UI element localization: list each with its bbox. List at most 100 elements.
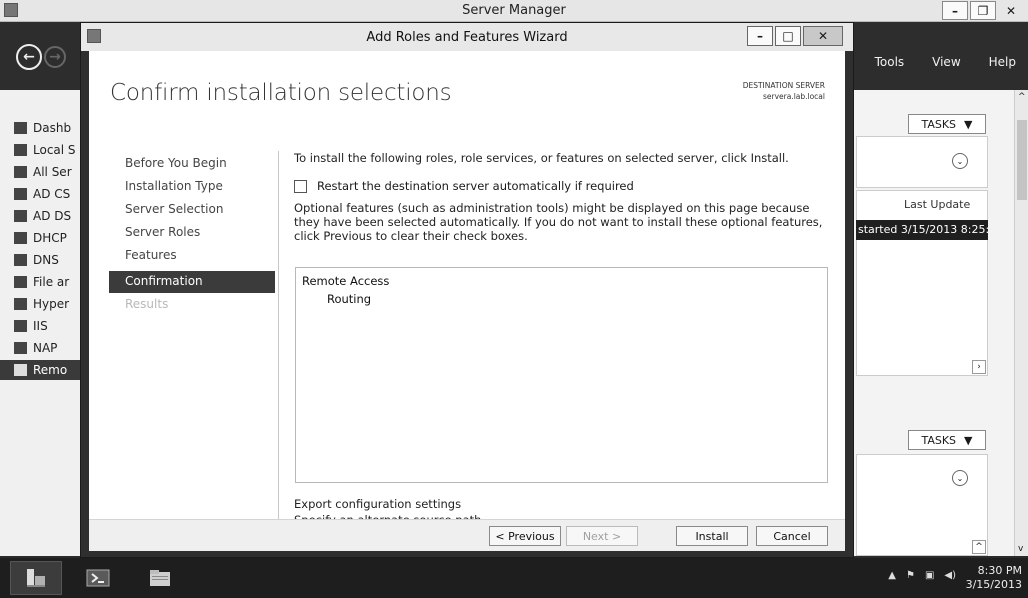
sidebar-item-ad-ds[interactable]: AD DS: [14, 206, 90, 226]
tray-expand-icon[interactable]: ▲: [888, 570, 896, 581]
events-panel: [856, 454, 988, 556]
selections-list[interactable]: Remote Access Routing: [295, 267, 828, 483]
column-last-update[interactable]: Last Update: [904, 198, 970, 211]
action-center-flag-icon[interactable]: ⚑: [906, 570, 915, 581]
menu-tools[interactable]: Tools: [875, 55, 905, 69]
previous-button[interactable]: < Previous: [489, 526, 561, 546]
wizard-title: Add Roles and Features Wizard: [366, 30, 568, 45]
taskbar-server-manager-button[interactable]: [10, 561, 62, 595]
sidebar-item-file-and-storage[interactable]: File ar: [14, 272, 90, 292]
servers-icon: [14, 166, 27, 178]
server-manager-window-controls: – ❐ ✕: [942, 1, 1024, 20]
page-title: Confirm installation selections: [110, 80, 452, 106]
powershell-icon: [86, 569, 110, 587]
server-manager-sidebar: Dashb Local S All Ser AD CS AD DS DHCP D…: [0, 90, 90, 556]
scroll-down-arrow-icon[interactable]: v: [1018, 544, 1023, 554]
step-server-selection[interactable]: Server Selection: [125, 202, 223, 216]
scroll-up-icon[interactable]: ^: [972, 540, 986, 554]
back-arrow-icon[interactable]: ←: [16, 44, 42, 70]
step-results: Results: [125, 297, 169, 311]
server-manager-menu: Tools View Help: [875, 55, 1016, 69]
add-roles-wizard: Add Roles and Features Wizard – □ ✕ Conf…: [80, 22, 854, 558]
step-server-roles[interactable]: Server Roles: [125, 225, 200, 239]
taskbar-explorer-button[interactable]: [134, 561, 186, 595]
maximize-button[interactable]: ❐: [970, 1, 996, 20]
clock-date: 3/15/2013: [965, 578, 1022, 591]
dropdown-arrow-icon: ▼: [964, 117, 973, 131]
step-features[interactable]: Features: [125, 248, 177, 262]
restart-checkbox-label[interactable]: Restart the destination server automatic…: [317, 179, 634, 193]
step-installation-type[interactable]: Installation Type: [125, 179, 223, 193]
install-button[interactable]: Install: [676, 526, 748, 546]
menu-view[interactable]: View: [932, 55, 960, 69]
file-explorer-icon: [150, 570, 170, 586]
destination-server-name: servera.lab.local: [762, 92, 825, 101]
servers-panel: [856, 190, 988, 376]
certificate-icon: [14, 188, 27, 200]
table-row[interactable]: started 3/15/2013 8:25:1: [856, 220, 988, 240]
forward-arrow-icon[interactable]: →: [44, 46, 66, 68]
list-item: Remote Access: [302, 274, 390, 288]
optional-features-text: Optional features (such as administratio…: [294, 201, 823, 243]
vertical-scrollbar[interactable]: ^ v: [1014, 90, 1028, 556]
cancel-button[interactable]: Cancel: [756, 526, 828, 546]
restart-checkbox-row[interactable]: Restart the destination server automatic…: [294, 179, 634, 193]
server-manager-content: TASKS ▼ ⌄ Last Update started 3/15/2013 8…: [856, 90, 1014, 556]
expand-chevron-icon[interactable]: ⌄: [952, 470, 968, 486]
destination-server-info: DESTINATION SERVER servera.lab.local: [743, 80, 825, 102]
server-manager-icon: [27, 569, 45, 587]
scrollbar-thumb[interactable]: [1017, 120, 1027, 200]
sidebar-item-iis[interactable]: IIS: [14, 316, 90, 336]
clock-time: 8:30 PM: [977, 564, 1022, 577]
dhcp-icon: [14, 232, 27, 244]
sidebar-item-local-server[interactable]: Local S: [14, 140, 90, 160]
restart-checkbox[interactable]: [294, 179, 307, 193]
dashboard-icon: [14, 122, 27, 134]
sidebar-item-nap[interactable]: NAP: [14, 338, 90, 358]
scroll-up-arrow-icon[interactable]: ^: [1018, 92, 1026, 102]
intro-text: To install the following roles, role ser…: [294, 151, 789, 165]
wizard-maximize-button[interactable]: □: [775, 26, 801, 46]
expand-chevron-icon[interactable]: ⌄: [952, 153, 968, 169]
server-icon: [14, 144, 27, 156]
next-button: Next >: [566, 526, 638, 546]
sidebar-item-all-servers[interactable]: All Ser: [14, 162, 90, 182]
wizard-client-area: Confirm installation selections DESTINAT…: [89, 51, 845, 551]
sidebar-item-dns[interactable]: DNS: [14, 250, 90, 270]
servers-panel-header: [856, 136, 988, 188]
wizard-close-button[interactable]: ✕: [803, 26, 843, 46]
taskbar-clock[interactable]: 8:30 PM 3/15/2013: [966, 564, 1022, 592]
close-button[interactable]: ✕: [998, 1, 1024, 20]
wizard-window-controls: – □ ✕: [747, 26, 843, 46]
tasks-dropdown-top[interactable]: TASKS ▼: [908, 114, 986, 134]
remote-access-icon: [14, 364, 27, 376]
network-icon[interactable]: ▣: [925, 570, 934, 581]
sidebar-item-hyper-v[interactable]: Hyper: [14, 294, 90, 314]
volume-icon[interactable]: ◀): [944, 570, 956, 581]
dns-icon: [14, 254, 27, 266]
step-before-you-begin[interactable]: Before You Begin: [125, 156, 227, 170]
export-configuration-link[interactable]: Export configuration settings: [294, 497, 461, 511]
tasks-dropdown-bottom[interactable]: TASKS ▼: [908, 430, 986, 450]
menu-help[interactable]: Help: [989, 55, 1016, 69]
wizard-minimize-button[interactable]: –: [747, 26, 773, 46]
taskbar-powershell-button[interactable]: [72, 561, 124, 595]
minimize-button[interactable]: –: [942, 1, 968, 20]
file-storage-icon: [14, 276, 27, 288]
scroll-right-icon[interactable]: ›: [972, 360, 986, 374]
wizard-footer: < Previous Next > Install Cancel: [89, 519, 845, 551]
taskbar: ▲ ⚑ ▣ ◀) 8:30 PM 3/15/2013: [0, 558, 1028, 598]
list-item: Routing: [327, 292, 372, 306]
sidebar-item-dhcp[interactable]: DHCP: [14, 228, 90, 248]
wizard-titlebar: Add Roles and Features Wizard – □ ✕: [81, 23, 853, 51]
hyper-v-icon: [14, 298, 27, 310]
iis-icon: [14, 320, 27, 332]
destination-server-label: DESTINATION SERVER: [742, 81, 825, 90]
nap-icon: [14, 342, 27, 354]
system-tray: ▲ ⚑ ▣ ◀): [888, 570, 956, 581]
step-confirmation[interactable]: Confirmation: [109, 271, 275, 293]
sidebar-item-dashboard[interactable]: Dashb: [14, 118, 90, 138]
sidebar-item-remote-access[interactable]: Remo: [0, 360, 90, 380]
sidebar-item-ad-cs[interactable]: AD CS: [14, 184, 90, 204]
server-manager-title: Server Manager: [462, 3, 566, 18]
